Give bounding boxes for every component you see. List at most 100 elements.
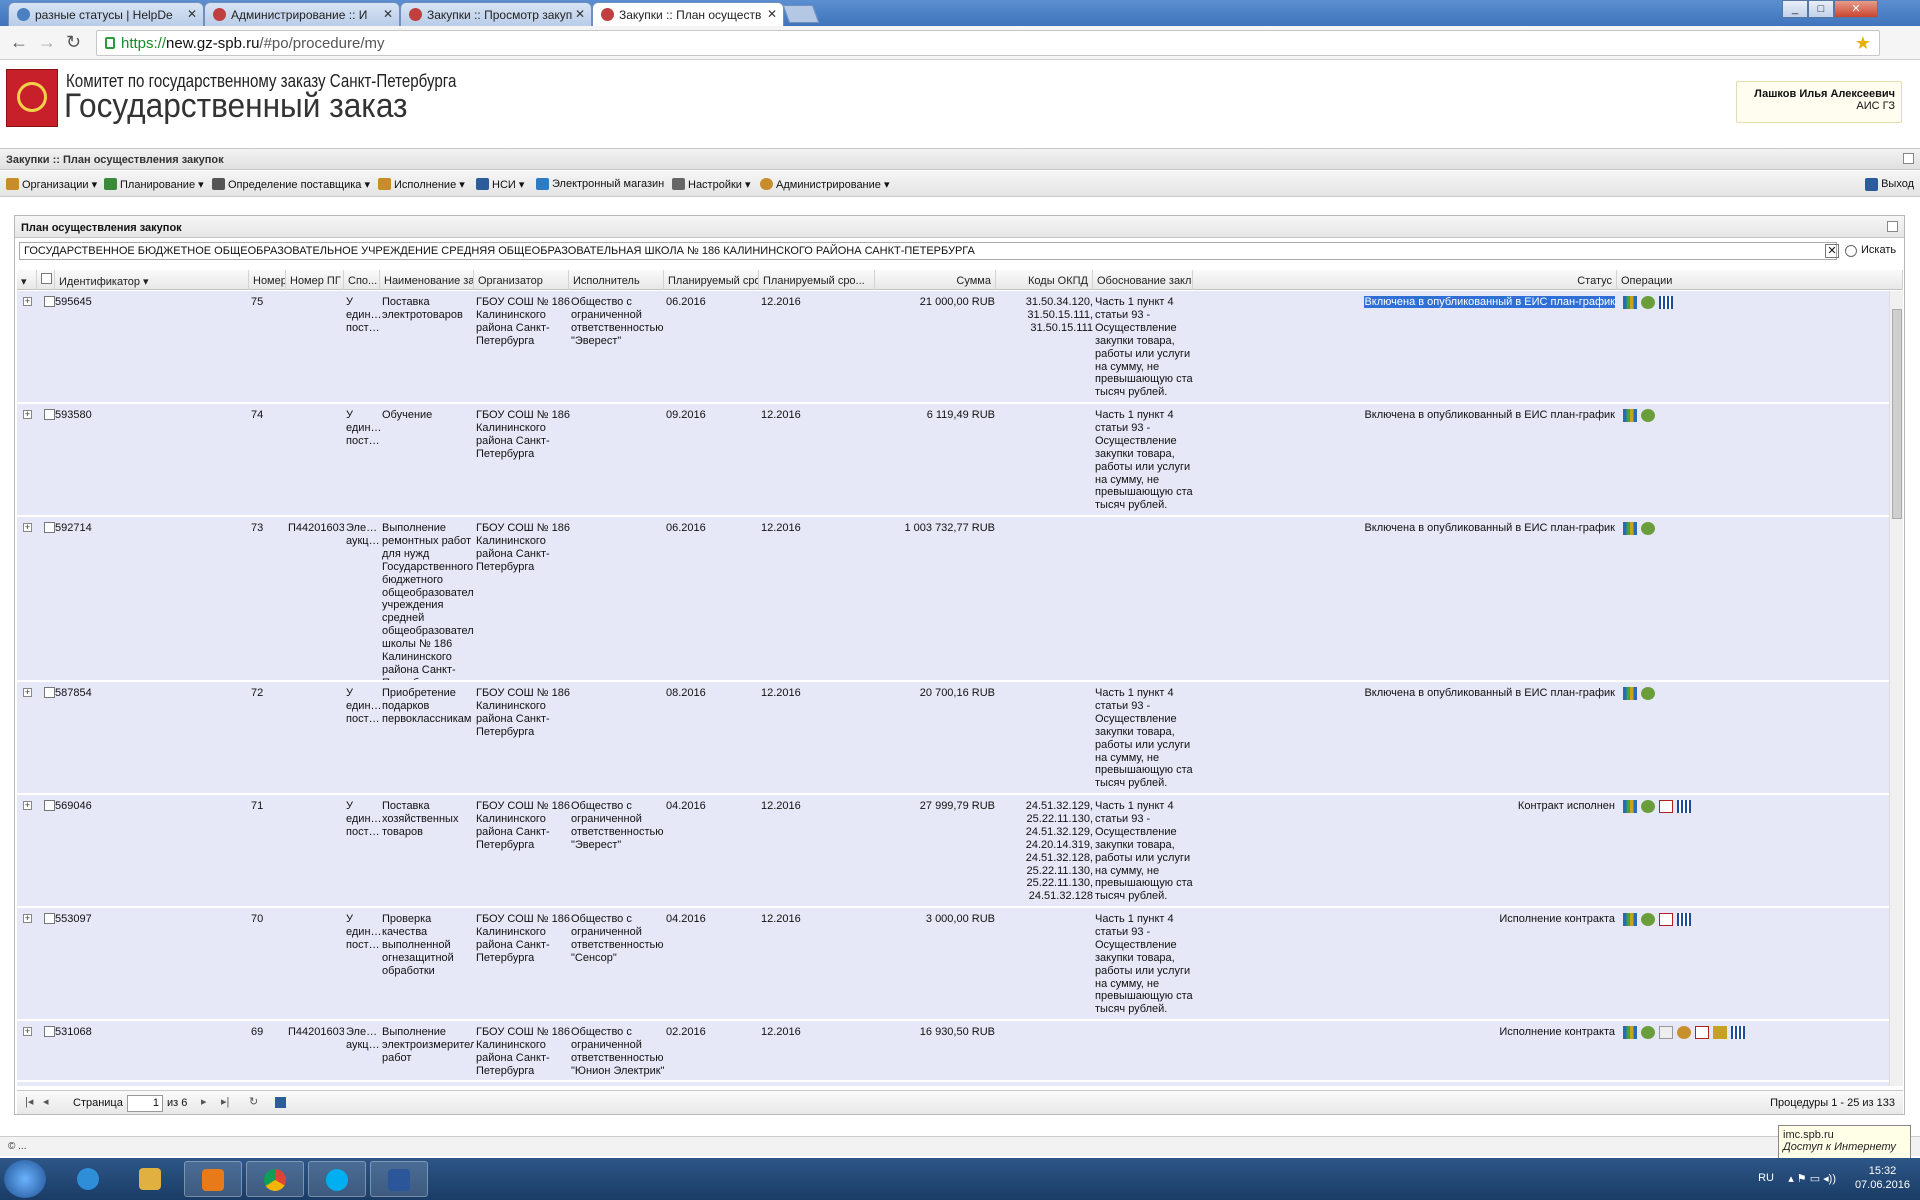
expand-row-icon[interactable]: + bbox=[23, 523, 32, 532]
taskbar-word[interactable] bbox=[370, 1161, 428, 1197]
url-input[interactable]: https://new.gz-spb.ru/#po/procedure/my ★ bbox=[96, 30, 1880, 56]
report-chart-icon[interactable] bbox=[1623, 409, 1637, 422]
schedule-icon[interactable] bbox=[1677, 800, 1691, 813]
document-icon[interactable] bbox=[1695, 1026, 1709, 1039]
menu-settings[interactable]: Настройки ▾ bbox=[672, 178, 751, 191]
row-checkbox[interactable] bbox=[44, 296, 55, 307]
taskbar-chrome[interactable] bbox=[246, 1161, 304, 1197]
schedule-icon[interactable] bbox=[1677, 913, 1691, 926]
search-input[interactable]: ГОСУДАРСТВЕННОЕ БЮДЖЕТНОЕ ОБЩЕОБРАЗОВАТЕ… bbox=[19, 242, 1837, 260]
report-chart-icon[interactable] bbox=[1623, 687, 1637, 700]
row-checkbox[interactable] bbox=[44, 1026, 55, 1037]
close-icon[interactable]: ✕ bbox=[383, 7, 393, 21]
table-row[interactable]: +569046 71 У един… пост… Поставка хозяйстве… bbox=[17, 795, 1889, 907]
menu-supplier-selection[interactable]: Определение поставщика ▾ bbox=[212, 178, 370, 191]
taskbar-skype[interactable] bbox=[308, 1161, 366, 1197]
tray-icons[interactable]: ▴ ⚑ ▭ ◂)) bbox=[1788, 1172, 1836, 1185]
language-indicator[interactable]: RU bbox=[1758, 1172, 1774, 1184]
document-icon[interactable] bbox=[1659, 800, 1673, 813]
new-tab-button[interactable] bbox=[782, 5, 820, 23]
report-chart-icon[interactable] bbox=[1623, 913, 1637, 926]
col-method[interactable]: Спо... bbox=[344, 270, 380, 290]
last-page-icon[interactable]: ▸| bbox=[221, 1097, 231, 1108]
table-row[interactable]: +531068 69 П44201603…Эле… аукц…Выполнение … bbox=[17, 1021, 1889, 1081]
col-pg-number[interactable]: Номер ПГ bbox=[286, 270, 344, 290]
row-checkbox[interactable] bbox=[44, 687, 55, 698]
col-organizer[interactable]: Организатор bbox=[474, 270, 569, 290]
table-row[interactable]: +587854 72 У един… пост… Приобретение подар… bbox=[17, 682, 1889, 794]
process-gear-icon[interactable] bbox=[1641, 409, 1655, 422]
taskbar-ie[interactable] bbox=[60, 1161, 118, 1197]
col-executor[interactable]: Исполнитель bbox=[569, 270, 664, 290]
expand-row-icon[interactable]: + bbox=[23, 1027, 32, 1036]
scrollbar-thumb[interactable] bbox=[1892, 309, 1902, 519]
clear-search-icon[interactable]: ✕ bbox=[1825, 244, 1839, 258]
browser-tab[interactable]: Закупки :: Просмотр закуп ✕ bbox=[400, 2, 592, 26]
table-row[interactable]: +595645 75 У един… пост… Поставка электрото… bbox=[17, 291, 1889, 403]
browser-tab[interactable]: Администрирование :: И ✕ bbox=[204, 2, 400, 26]
report-chart-icon[interactable] bbox=[1623, 296, 1637, 309]
taskbar-explorer[interactable] bbox=[122, 1161, 180, 1197]
col-number[interactable]: Номер bbox=[249, 270, 286, 290]
reload-icon[interactable]: ↻ bbox=[66, 32, 81, 53]
process-gear-icon[interactable] bbox=[1641, 296, 1655, 309]
bookmark-star-icon[interactable]: ★ bbox=[1855, 33, 1871, 54]
expand-row-icon[interactable]: + bbox=[23, 688, 32, 697]
refresh-panel-icon[interactable] bbox=[1887, 221, 1898, 232]
vertical-scrollbar[interactable] bbox=[1889, 291, 1903, 1086]
document-icon[interactable] bbox=[1659, 913, 1673, 926]
col-planned-end[interactable]: Планируемый сро... bbox=[759, 270, 875, 290]
process-gear-icon[interactable] bbox=[1641, 687, 1655, 700]
close-icon[interactable]: ✕ bbox=[575, 7, 585, 21]
expand-row-icon[interactable]: + bbox=[23, 914, 32, 923]
col-name[interactable]: Наименование зак... bbox=[380, 270, 474, 290]
browser-tab[interactable]: разные статусы | HelpDe ✕ bbox=[8, 2, 204, 26]
menu-e-shop[interactable]: Электронный магазин bbox=[536, 178, 664, 190]
col-planned-start[interactable]: Планируемый сро... bbox=[664, 270, 759, 290]
select-all-checkbox[interactable] bbox=[41, 273, 52, 284]
collapse-icon[interactable] bbox=[1903, 153, 1914, 164]
clock[interactable]: 15:32 07.06.2016 bbox=[1855, 1164, 1910, 1192]
report-chart-icon[interactable] bbox=[1623, 800, 1637, 813]
save-icon[interactable] bbox=[275, 1097, 286, 1108]
process-gear-icon[interactable] bbox=[1641, 913, 1655, 926]
menu-planning[interactable]: Планирование ▾ bbox=[104, 178, 204, 191]
process-gear-icon[interactable] bbox=[1641, 1026, 1655, 1039]
close-icon[interactable]: ✕ bbox=[767, 7, 777, 21]
menu-execution[interactable]: Исполнение ▾ bbox=[378, 178, 465, 191]
process-gear-icon[interactable] bbox=[1641, 800, 1655, 813]
close-icon[interactable]: ✕ bbox=[187, 7, 197, 21]
row-checkbox[interactable] bbox=[44, 409, 55, 420]
next-page-icon[interactable]: ▸ bbox=[201, 1097, 211, 1108]
sheet-icon[interactable] bbox=[1659, 1026, 1673, 1039]
browser-tab-active[interactable]: Закупки :: План осуществ ✕ bbox=[592, 2, 784, 26]
expand-row-icon[interactable]: + bbox=[23, 410, 32, 419]
select-all-column[interactable] bbox=[37, 270, 55, 290]
table-row[interactable]: +592714 73 П44201603…Эле… аукц…Выполнение … bbox=[17, 517, 1889, 681]
col-identifier[interactable]: Идентификатор ▾ bbox=[55, 270, 249, 290]
taskbar-media[interactable] bbox=[184, 1161, 242, 1197]
search-button[interactable]: Искать bbox=[1845, 244, 1896, 257]
user-info[interactable]: Лашков Илья Алексеевич АИС ГЗ bbox=[1736, 81, 1902, 123]
row-checkbox[interactable] bbox=[44, 913, 55, 924]
table-row[interactable]: +553097 70 У един… пост… Проверка качества … bbox=[17, 908, 1889, 1020]
register-icon[interactable] bbox=[1713, 1026, 1727, 1039]
menu-nsi[interactable]: НСИ ▾ bbox=[476, 178, 524, 191]
forward-icon[interactable]: → bbox=[38, 32, 56, 53]
schedule-icon[interactable] bbox=[1659, 296, 1673, 309]
menu-administration[interactable]: Администрирование ▾ bbox=[760, 178, 889, 191]
start-button[interactable] bbox=[4, 1160, 46, 1198]
expand-row-icon[interactable]: + bbox=[23, 297, 32, 306]
exit-button[interactable]: Выход bbox=[1865, 178, 1914, 191]
first-page-icon[interactable]: |◂ bbox=[25, 1097, 35, 1108]
row-checkbox[interactable] bbox=[44, 522, 55, 533]
back-icon[interactable]: ← bbox=[10, 32, 28, 53]
report-chart-icon[interactable] bbox=[1623, 522, 1637, 535]
process-gear-icon[interactable] bbox=[1641, 522, 1655, 535]
window-close-button[interactable]: ✕ bbox=[1834, 0, 1878, 18]
menu-organizations[interactable]: Организации ▾ bbox=[6, 178, 97, 191]
prev-page-icon[interactable]: ◂ bbox=[43, 1097, 53, 1108]
col-okpd[interactable]: Коды ОКПД bbox=[996, 270, 1093, 290]
maximize-button[interactable]: □ bbox=[1808, 0, 1834, 18]
col-basis[interactable]: Обоснование закл... bbox=[1093, 270, 1193, 290]
